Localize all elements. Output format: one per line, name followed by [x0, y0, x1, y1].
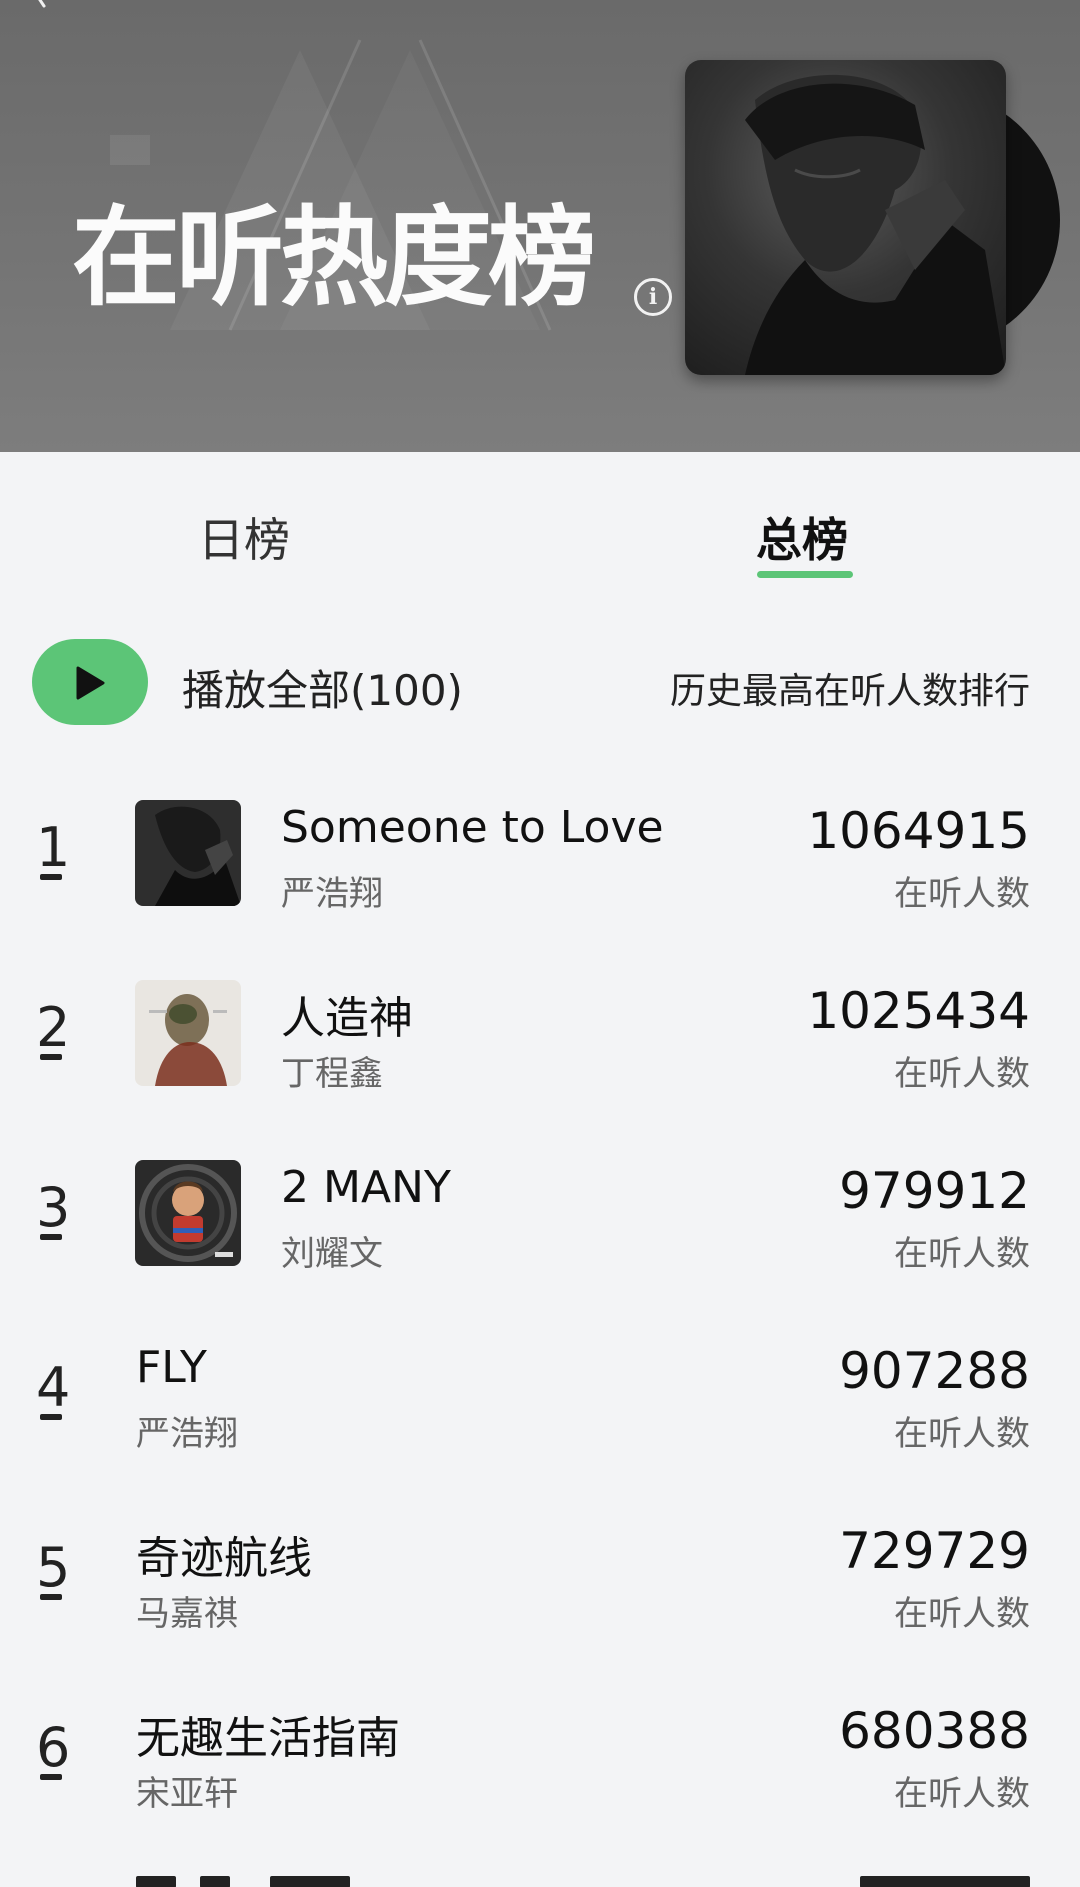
song-artist: 严浩翔 [136, 1414, 238, 1454]
chart-tabs: 日榜 总榜 [0, 452, 1080, 592]
song-row[interactable]: 3 2 MANY 刘耀文 979912 在听人数 [0, 1142, 1080, 1322]
rank-number: 4 [36, 1356, 71, 1419]
rank-unchanged-icon [40, 1414, 62, 1420]
listener-count: 979912 [839, 1162, 1030, 1220]
header-cover-art [685, 60, 1006, 375]
album-thumbnail [135, 800, 241, 906]
partial-text-fragment [270, 1876, 350, 1887]
song-title: 2 MANY [281, 1162, 451, 1213]
song-row[interactable]: 1 Someone to Love 严浩翔 1064915 在听人数 [0, 782, 1080, 962]
listener-count-label: 在听人数 [894, 1594, 1030, 1634]
rank-unchanged-icon [40, 1594, 62, 1600]
song-artist: 刘耀文 [281, 1234, 383, 1274]
listener-count-label: 在听人数 [894, 1054, 1030, 1094]
partial-text-fragment [860, 1876, 1030, 1887]
partial-text-fragment [200, 1876, 230, 1887]
listener-count: 1064915 [807, 802, 1030, 860]
tab-total[interactable]: 总榜 [756, 504, 848, 570]
listener-count-label: 在听人数 [894, 874, 1030, 914]
listener-count: 680388 [839, 1702, 1030, 1760]
song-artist: 宋亚轩 [136, 1774, 238, 1814]
listener-count-label: 在听人数 [894, 1774, 1030, 1814]
listener-count: 1025434 [807, 982, 1030, 1040]
chart-header: 在听热度榜 i [0, 0, 1080, 452]
back-arrow-icon[interactable] [10, 0, 50, 24]
rank-number: 3 [36, 1176, 71, 1239]
rank-number: 2 [36, 996, 71, 1059]
page-title: 在听热度榜 [72, 196, 596, 321]
info-icon[interactable]: i [634, 278, 672, 316]
rank-unchanged-icon [40, 1054, 62, 1060]
listener-count: 907288 [839, 1342, 1030, 1400]
song-title: 人造神 [281, 993, 413, 1044]
listener-count-label: 在听人数 [894, 1414, 1030, 1454]
rank-number: 6 [36, 1716, 71, 1779]
rank-unchanged-icon [40, 1234, 62, 1240]
song-row[interactable]: 4 FLY 严浩翔 907288 在听人数 [0, 1322, 1080, 1502]
song-artist: 马嘉祺 [136, 1594, 238, 1634]
rank-number: 1 [36, 816, 71, 879]
album-thumbnail [135, 1160, 241, 1266]
tab-daily[interactable]: 日榜 [198, 504, 290, 570]
listener-count-label: 在听人数 [894, 1234, 1030, 1274]
song-row[interactable]: 6 无趣生活指南 宋亚轩 680388 在听人数 [0, 1682, 1080, 1862]
rank-unchanged-icon [40, 1774, 62, 1780]
song-row[interactable]: 2 人造神 丁程鑫 1025434 在听人数 [0, 962, 1080, 1142]
song-title: 奇迹航线 [136, 1533, 312, 1584]
rank-number: 5 [36, 1536, 71, 1599]
sort-description: 历史最高在听人数排行 [669, 671, 1030, 712]
partial-song-row[interactable] [0, 1870, 1080, 1887]
song-artist: 严浩翔 [281, 874, 383, 914]
song-title: FLY [136, 1342, 207, 1393]
song-title: 无趣生活指南 [136, 1713, 400, 1764]
play-icon [76, 666, 105, 700]
listener-count: 729729 [839, 1522, 1030, 1580]
active-tab-indicator [757, 571, 853, 578]
play-all-button[interactable] [32, 639, 148, 725]
play-all-label[interactable]: 播放全部(100) [182, 657, 463, 718]
song-artist: 丁程鑫 [281, 1054, 383, 1094]
rank-unchanged-icon [40, 874, 62, 880]
partial-text-fragment [136, 1876, 176, 1887]
album-thumbnail [135, 980, 241, 1086]
song-title: Someone to Love [281, 802, 664, 853]
song-row[interactable]: 5 奇迹航线 马嘉祺 729729 在听人数 [0, 1502, 1080, 1682]
